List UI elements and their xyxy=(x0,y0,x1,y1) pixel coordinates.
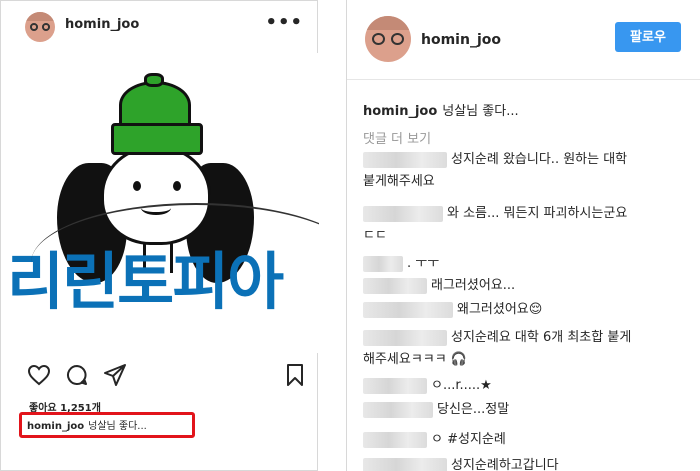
panel-header: homin_joo 팔로우 xyxy=(347,0,700,80)
comment-item: . ㅜㅜ xyxy=(363,254,439,274)
owner-comment-text: 넝살님 좋다... xyxy=(442,104,519,119)
avatar[interactable] xyxy=(25,12,55,42)
blurred-username xyxy=(363,329,447,346)
owner-comment: homin_joo 넝살님 좋다... xyxy=(363,100,519,119)
heart-icon[interactable] xyxy=(27,363,51,387)
follow-button[interactable]: 팔로우 xyxy=(615,22,681,52)
blurred-username xyxy=(363,277,427,294)
comment-item: 붙게해주세요 xyxy=(363,174,435,189)
username-link[interactable]: homin_joo xyxy=(421,32,501,48)
more-options-icon[interactable]: ••• xyxy=(265,12,303,33)
post-header: homin_joo ••• xyxy=(1,1,319,51)
comment-item: ㅇ...r.....★ xyxy=(363,376,492,396)
comment-item: ㄷㄷ xyxy=(363,228,387,243)
comment-icon[interactable] xyxy=(65,363,89,387)
post-card: homin_joo ••• 리린토피아 좋아요 1,251개 homin_joo… xyxy=(0,0,319,471)
comment-item: 성지순례요 대학 6개 최초합 붙게 xyxy=(363,328,631,348)
comment-item: 해주세요ㅋㅋㅋ 🎧 xyxy=(363,352,468,367)
blurred-username xyxy=(363,377,427,394)
comment-item: 래그러셨어요... xyxy=(363,276,515,296)
blurred-username xyxy=(363,255,403,272)
owner-comment-username[interactable]: homin_joo xyxy=(363,104,437,119)
avatar[interactable] xyxy=(365,16,411,62)
caption-username[interactable]: homin_joo xyxy=(27,421,84,432)
blurred-username xyxy=(363,431,427,448)
post-caption: homin_joo 넝살님 좋다... xyxy=(27,417,147,432)
caption-text: 넝살님 좋다... xyxy=(88,421,147,432)
comment-item: 왜그러셨어요😌 xyxy=(363,300,542,320)
username-link[interactable]: homin_joo xyxy=(65,17,139,32)
comment-item: 성지순례 왔습니다.. 원하는 대학 xyxy=(363,150,627,170)
blurred-username xyxy=(363,401,433,418)
post-image[interactable]: 리린토피아 xyxy=(1,53,319,353)
post-actions xyxy=(1,357,319,393)
blurred-username xyxy=(363,151,447,168)
comments-panel: homin_joo 팔로우 homin_joo 넝살님 좋다... 댓글 더 보기… xyxy=(346,0,700,471)
comment-item: 당신은...정말 xyxy=(363,400,509,420)
load-more-comments-link[interactable]: 댓글 더 보기 xyxy=(363,128,431,147)
comment-item: 성지순례하고갑니다 xyxy=(363,456,559,471)
comment-item: ㅇ #성지순례 xyxy=(363,430,506,450)
comment-item: 와 소름... 뭐든지 파괴하시는군요 xyxy=(363,204,627,224)
blurred-username xyxy=(363,301,453,318)
blurred-username xyxy=(363,457,447,471)
blurred-username xyxy=(363,205,443,222)
share-icon[interactable] xyxy=(103,363,127,387)
bookmark-icon[interactable] xyxy=(283,363,307,387)
